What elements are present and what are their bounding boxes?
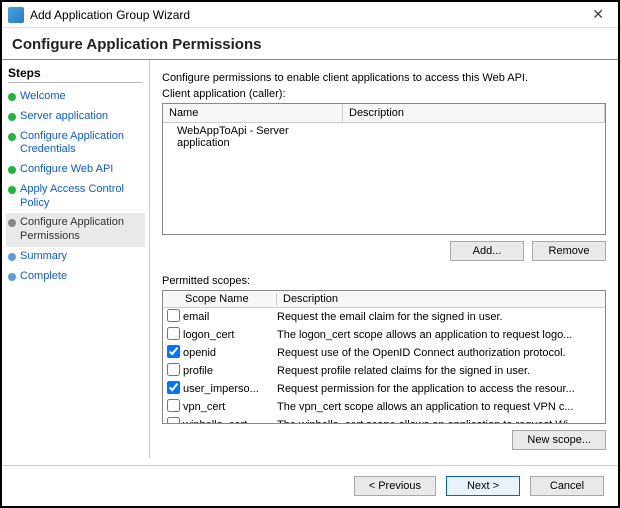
scope-checkbox[interactable] [167,417,180,424]
scope-row[interactable]: logon_certThe logon_cert scope allows an… [163,326,605,344]
new-scope-button[interactable]: New scope... [512,430,606,450]
scope-description: Request permission for the application t… [277,383,605,395]
main-panel: Configure permissions to enable client a… [150,60,618,458]
step-link[interactable]: Server application [20,110,108,122]
step-link[interactable]: Apply Access Control Policy [20,183,124,209]
scope-name: email [183,311,277,323]
step-server-application[interactable]: Server application [6,107,145,127]
wizard-footer: < Previous Next > Cancel [2,465,618,506]
remove-button[interactable]: Remove [532,241,606,261]
scope-name: logon_cert [183,329,277,341]
client-row[interactable]: WebAppToApi - Server application [163,123,605,151]
scope-checkbox[interactable] [167,327,180,340]
step-bullet-icon [8,253,16,261]
step-link[interactable]: Welcome [20,90,66,102]
sidebar-title: Steps [8,66,143,83]
step-configure-application-credentials[interactable]: Configure Application Credentials [6,127,145,161]
step-bullet-icon [8,166,16,174]
step-bullet-icon [8,273,16,281]
step-label: Configure Application Credentials [20,130,143,158]
page-title: Configure Application Permissions [2,28,618,60]
cancel-button[interactable]: Cancel [530,476,604,496]
col-scope-name[interactable]: Scope Name [183,293,277,305]
step-bullet-icon [8,186,16,194]
app-icon [8,7,24,23]
scope-checkbox[interactable] [167,345,180,358]
step-apply-access-control-policy[interactable]: Apply Access Control Policy [6,180,145,214]
scope-checkbox[interactable] [167,363,180,376]
client-row-desc [343,125,605,149]
client-label: Client application (caller): [162,88,606,100]
scopes-label: Permitted scopes: [162,275,606,287]
step-link[interactable]: Configure Web API [20,163,113,175]
step-label: Summary [20,250,67,264]
scope-row[interactable]: user_imperso...Request permission for th… [163,380,605,398]
client-grid-header: Name Description [163,104,605,123]
scope-buttons: New scope... [162,424,606,450]
scope-name: openid [183,347,277,359]
scope-row[interactable]: emailRequest the email claim for the sig… [163,308,605,326]
title-bar: Add Application Group Wizard ✕ [2,2,618,28]
scope-row[interactable]: winhello_certThe winhello_cert scope all… [163,416,605,424]
col-scope-description[interactable]: Description [277,293,605,305]
scope-checkbox[interactable] [167,309,180,322]
client-row-name: WebAppToApi - Server application [163,125,343,149]
scope-row[interactable]: openidRequest use of the OpenID Connect … [163,344,605,362]
content-area: Steps Welcome Server application Configure… [2,60,618,458]
step-bullet-icon [8,133,16,141]
window-title: Add Application Group Wizard [30,8,584,22]
scope-checkbox[interactable] [167,381,180,394]
scope-row[interactable]: profileRequest profile related claims fo… [163,362,605,380]
client-buttons: Add... Remove [162,235,606,271]
step-configure-application-permissions: Configure Application Permissions [6,213,145,247]
step-complete[interactable]: Complete [6,267,145,287]
step-bullet-icon [8,113,16,121]
step-label: Configure Web API [20,163,113,177]
scope-description: Request profile related claims for the s… [277,365,605,377]
scope-name: user_imperso... [183,383,277,395]
client-application-grid[interactable]: Name Description WebAppToApi - Server ap… [162,103,606,235]
step-label: Welcome [20,90,66,104]
previous-button[interactable]: < Previous [354,476,436,496]
scope-description: Request the email claim for the signed i… [277,311,605,323]
scope-name: vpn_cert [183,401,277,413]
step-welcome[interactable]: Welcome [6,87,145,107]
step-summary[interactable]: Summary [6,247,145,267]
close-icon[interactable]: ✕ [584,6,612,23]
scope-grid-header: Scope Name Description [163,291,605,308]
scope-name: profile [183,365,277,377]
step-label: Configure Application Permissions [20,216,143,244]
col-description[interactable]: Description [343,104,605,122]
intro-text: Configure permissions to enable client a… [162,72,606,84]
add-button[interactable]: Add... [450,241,524,261]
step-label: Complete [20,270,67,284]
step-bullet-icon [8,93,16,101]
scope-description: The vpn_cert scope allows an application… [277,401,605,413]
step-link[interactable]: Configure Application Credentials [20,130,124,156]
steps-sidebar: Steps Welcome Server application Configure… [2,60,150,458]
permitted-scopes-grid[interactable]: Scope Name Description emailRequest the … [162,290,606,424]
scope-row[interactable]: vpn_certThe vpn_cert scope allows an app… [163,398,605,416]
col-name[interactable]: Name [163,104,343,122]
step-configure-web-api[interactable]: Configure Web API [6,160,145,180]
next-button[interactable]: Next > [446,476,520,496]
step-label: Apply Access Control Policy [20,183,143,211]
scope-checkbox[interactable] [167,399,180,412]
scope-description: The logon_cert scope allows an applicati… [277,329,605,341]
scope-description: Request use of the OpenID Connect author… [277,347,605,359]
step-bullet-icon [8,219,16,227]
step-label: Server application [20,110,108,124]
